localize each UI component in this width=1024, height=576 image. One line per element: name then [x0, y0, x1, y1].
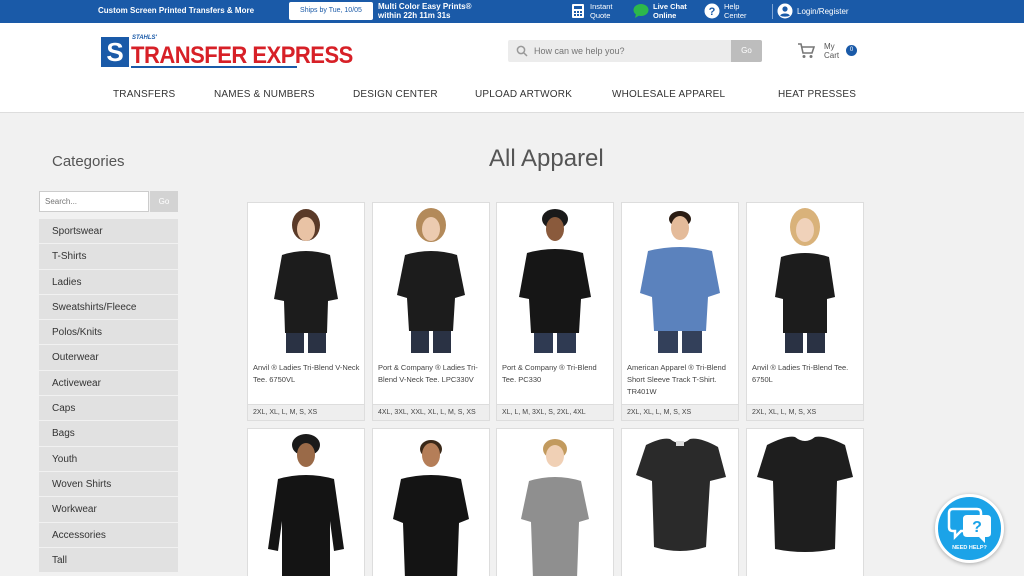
live-chat-link[interactable]: Live Chat Online [633, 2, 687, 20]
site-header: S STAHLS' TRANSFER EXPRESS Go MyCart 0 T… [0, 23, 1024, 113]
site-search: Go [508, 40, 762, 62]
product-card[interactable]: Port & Company ® Ladies Tri-Blend V-Neck… [372, 202, 490, 421]
logo-underline [131, 66, 297, 68]
chat-question-icon: ? [947, 507, 991, 543]
instant-quote-link[interactable]: Instant Quote [570, 2, 613, 20]
help-center-line2: Center [724, 11, 747, 20]
product-image [497, 203, 613, 356]
nav-upload-artwork[interactable]: UPLOAD ARTWORK [475, 89, 572, 100]
multi-color-countdown: within 22h 11m 31s [378, 11, 451, 20]
category-item-ladies[interactable]: Ladies [39, 269, 178, 295]
categories-heading: Categories [52, 153, 125, 170]
transfer-express-logo[interactable]: S STAHLS' TRANSFER EXPRESS [101, 35, 353, 69]
login-register-link[interactable]: Login/Register [777, 3, 849, 19]
chat-bubble-icon [633, 4, 649, 18]
product-image [622, 429, 738, 576]
nav-heat-presses[interactable]: HEAT PRESSES [778, 89, 856, 100]
category-item-bags[interactable]: Bags [39, 421, 178, 447]
cart-count-badge: 0 [846, 45, 857, 56]
cart-label-line2: Cart [824, 51, 840, 60]
need-help-chat-button[interactable]: ? NEED HELP? [935, 494, 1004, 563]
help-center-link[interactable]: ? Help Center [704, 2, 747, 20]
nav-transfers[interactable]: TRANSFERS [113, 89, 175, 100]
product-card[interactable] [372, 428, 490, 576]
product-card[interactable] [496, 428, 614, 576]
search-input[interactable] [534, 43, 724, 59]
svg-text:?: ? [972, 519, 982, 536]
product-sizes: 2XL, XL, L, M, S, XS [747, 404, 863, 420]
promo-text: Custom Screen Printed Transfers & More [98, 6, 255, 15]
page-title: All Apparel [489, 145, 604, 172]
product-image [248, 203, 364, 356]
product-card[interactable] [247, 428, 365, 576]
need-help-label: NEED HELP? [952, 545, 987, 551]
product-card[interactable] [621, 428, 739, 576]
nav-wholesale-apparel[interactable]: WHOLESALE APPAREL [612, 89, 725, 100]
category-item-sportswear[interactable]: Sportswear [39, 219, 178, 245]
product-name[interactable]: American Apparel ® Tri-Blend Short Sleev… [627, 362, 735, 398]
product-name[interactable]: Port & Company ® Tri-Blend Tee. PC330 [502, 362, 610, 386]
category-search-go-button[interactable]: Go [150, 191, 178, 212]
cart-label-line1: My [824, 42, 835, 51]
product-card[interactable]: Anvil ® Ladies Tri-Blend Tee. 6750L 2XL,… [746, 202, 864, 421]
svg-text:?: ? [709, 6, 716, 18]
category-item-activewear[interactable]: Activewear [39, 370, 178, 397]
product-image [248, 429, 364, 576]
category-list: Sportswear T-Shirts Ladies Sweatshirts/F… [39, 219, 178, 574]
nav-names-numbers[interactable]: NAMES & NUMBERS [214, 89, 315, 100]
search-go-button[interactable]: Go [731, 40, 762, 62]
category-item-accessories[interactable]: Accessories [39, 522, 178, 548]
ships-by-badge[interactable]: Ships by Tue, 10/05 [289, 2, 373, 20]
topbar-divider [772, 4, 773, 19]
main-nav: TRANSFERS NAMES & NUMBERS DESIGN CENTER … [0, 89, 1024, 105]
product-image [747, 203, 863, 356]
product-card[interactable]: American Apparel ® Tri-Blend Short Sleev… [621, 202, 739, 421]
product-name[interactable]: Anvil ® Ladies Tri-Blend V-Neck Tee. 675… [253, 362, 361, 386]
product-image [373, 203, 489, 356]
category-item-t-shirts[interactable]: T-Shirts [39, 244, 178, 270]
product-image [747, 429, 863, 576]
login-register-label: Login/Register [797, 6, 849, 16]
category-item-caps[interactable]: Caps [39, 396, 178, 422]
product-sizes: 4XL, 3XL, XXL, XL, L, M, S, XS [373, 404, 489, 420]
category-item-workwear[interactable]: Workwear [39, 497, 178, 523]
category-item-outerwear[interactable]: Outerwear [39, 345, 178, 371]
product-name[interactable]: Anvil ® Ladies Tri-Blend Tee. 6750L [752, 362, 860, 386]
live-chat-line2: Online [653, 11, 677, 20]
product-sizes: XL, L, M, 3XL, S, 2XL, 4XL [497, 404, 613, 420]
instant-quote-line2: Quote [590, 11, 611, 20]
product-card[interactable] [746, 428, 864, 576]
category-search-input[interactable] [39, 191, 149, 212]
product-name[interactable]: Port & Company ® Ladies Tri-Blend V-Neck… [378, 362, 486, 386]
product-image [497, 429, 613, 576]
multi-color-promo[interactable]: Multi Color Easy Prints® within 22h 11m … [378, 2, 471, 20]
help-circle-icon: ? [704, 3, 720, 19]
category-item-tall[interactable]: Tall [39, 547, 178, 574]
product-image [373, 429, 489, 576]
nav-design-center[interactable]: DESIGN CENTER [353, 89, 438, 100]
cart-link[interactable]: My Cart 0 [797, 41, 859, 65]
product-sizes: 2XL, XL, L, M, S, XS [248, 404, 364, 420]
logo-s-mark: S [101, 37, 129, 67]
multi-color-title: Multi Color Easy Prints® [378, 2, 472, 11]
product-image [622, 203, 738, 356]
top-bar: Custom Screen Printed Transfers & More S… [0, 0, 1024, 23]
category-item-polos-knits[interactable]: Polos/Knits [39, 320, 178, 346]
search-icon [516, 45, 528, 57]
product-card[interactable]: Port & Company ® Tri-Blend Tee. PC330 XL… [496, 202, 614, 421]
cart-label: My Cart [824, 42, 839, 60]
category-item-sweatshirts-fleece[interactable]: Sweatshirts/Fleece [39, 294, 178, 321]
help-center-line1: Help [724, 2, 740, 11]
instant-quote-line1: Instant [590, 2, 613, 11]
category-item-youth[interactable]: Youth [39, 446, 178, 472]
product-card[interactable]: Anvil ® Ladies Tri-Blend V-Neck Tee. 675… [247, 202, 365, 421]
user-circle-icon [777, 3, 793, 19]
live-chat-line1: Live Chat [653, 2, 687, 11]
calculator-icon [572, 4, 584, 18]
category-item-woven-shirts[interactable]: Woven Shirts [39, 471, 178, 498]
cart-icon [798, 43, 815, 58]
product-sizes: 2XL, XL, L, M, S, XS [622, 404, 738, 420]
